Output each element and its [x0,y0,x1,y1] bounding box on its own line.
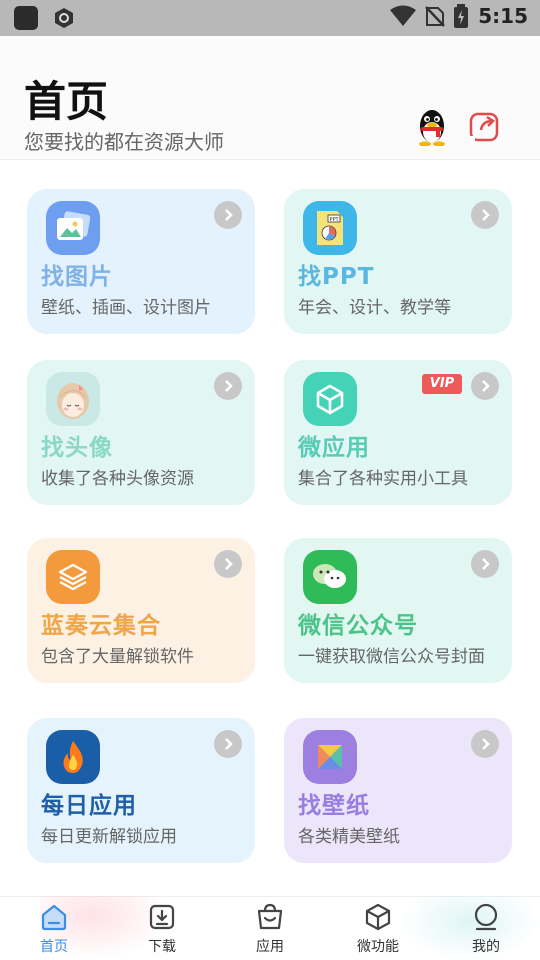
home-icon [41,904,67,931]
chevron-right-icon[interactable] [471,372,499,400]
card-daily-apps[interactable]: 每日应用 每日更新解锁应用 [27,718,255,863]
vip-badge: VIP [422,374,462,394]
tab-label: 应用 [256,939,284,955]
tab-label: 首页 [40,939,68,955]
card-description: 壁纸、插画、设计图片 [41,298,211,318]
clock: 5:15 [478,4,528,28]
tab-micro-functions[interactable]: 微功能 [338,900,418,958]
card-description: 集合了各种实用小工具 [298,469,468,489]
card-lanzou-collection[interactable]: 蓝奏云集合 包含了大量解锁软件 [27,538,255,683]
ppt-document-icon: PPT [303,201,357,255]
card-description: 包含了大量解锁软件 [41,647,194,667]
page-subtitle: 您要找的都在资源大师 [24,130,224,154]
chevron-right-icon[interactable] [214,201,242,229]
card-title: 找图片 [41,264,113,290]
card-find-wallpapers[interactable]: 找壁纸 各类精美壁纸 [284,718,512,863]
page-title: 首页 [24,77,109,126]
card-title: 微信公众号 [298,613,418,639]
battery-charging-icon [454,4,469,28]
tab-download[interactable]: 下载 [122,900,202,958]
app-icon [14,6,38,30]
card-find-ppt[interactable]: PPT 找PPT 年会、设计、教学等 [284,189,512,334]
chevron-right-icon[interactable] [471,730,499,758]
avatar-girl-icon [46,372,100,426]
card-wechat-official[interactable]: 微信公众号 一键获取微信公众号封面 [284,538,512,683]
profile-icon [474,903,498,931]
flame-icon [46,730,100,784]
chevron-right-icon[interactable] [214,550,242,578]
no-sim-icon [425,6,446,27]
card-description: 各类精美壁纸 [298,827,400,847]
wechat-icon [303,550,357,604]
chevron-right-icon[interactable] [214,372,242,400]
wifi-icon [390,5,417,26]
chevron-right-icon[interactable] [214,730,242,758]
shield-app-icon [55,8,73,28]
status-bar: 5:15 [0,0,540,36]
card-micro-apps[interactable]: VIP 微应用 集合了各种实用小工具 [284,360,512,505]
download-icon [149,904,175,930]
tab-label: 微功能 [357,939,399,955]
tab-label: 下载 [148,939,176,955]
card-description: 收集了各种头像资源 [41,469,194,489]
qq-penguin-icon[interactable] [414,106,450,146]
tab-profile[interactable]: 我的 [446,900,526,958]
svg-text:PPT: PPT [330,217,340,223]
tab-apps[interactable]: 应用 [230,900,310,958]
card-title: 找头像 [41,435,113,461]
layers-stack-icon [46,550,100,604]
chevron-right-icon[interactable] [471,201,499,229]
card-find-avatars[interactable]: 找头像 收集了各种头像资源 [27,360,255,505]
page-header: 首页 您要找的都在资源大师 [0,36,540,160]
tangram-wallpaper-icon [303,730,357,784]
shopping-bag-icon [257,903,283,930]
share-icon[interactable] [467,106,503,146]
card-title: 找PPT [298,264,375,290]
card-title: 微应用 [298,435,370,461]
cube-outline-icon [365,903,391,931]
card-title: 找壁纸 [298,793,370,819]
image-gallery-icon [46,201,100,255]
card-description: 年会、设计、教学等 [298,298,451,318]
tab-label: 我的 [472,939,500,955]
tab-home[interactable]: 首页 [14,900,94,958]
cube-icon [303,372,357,426]
card-title: 每日应用 [41,793,137,819]
card-find-images[interactable]: 找图片 壁纸、插画、设计图片 [27,189,255,334]
card-description: 一键获取微信公众号封面 [298,647,485,667]
card-description: 每日更新解锁应用 [41,827,177,847]
card-title: 蓝奏云集合 [41,613,161,639]
chevron-right-icon[interactable] [471,550,499,578]
